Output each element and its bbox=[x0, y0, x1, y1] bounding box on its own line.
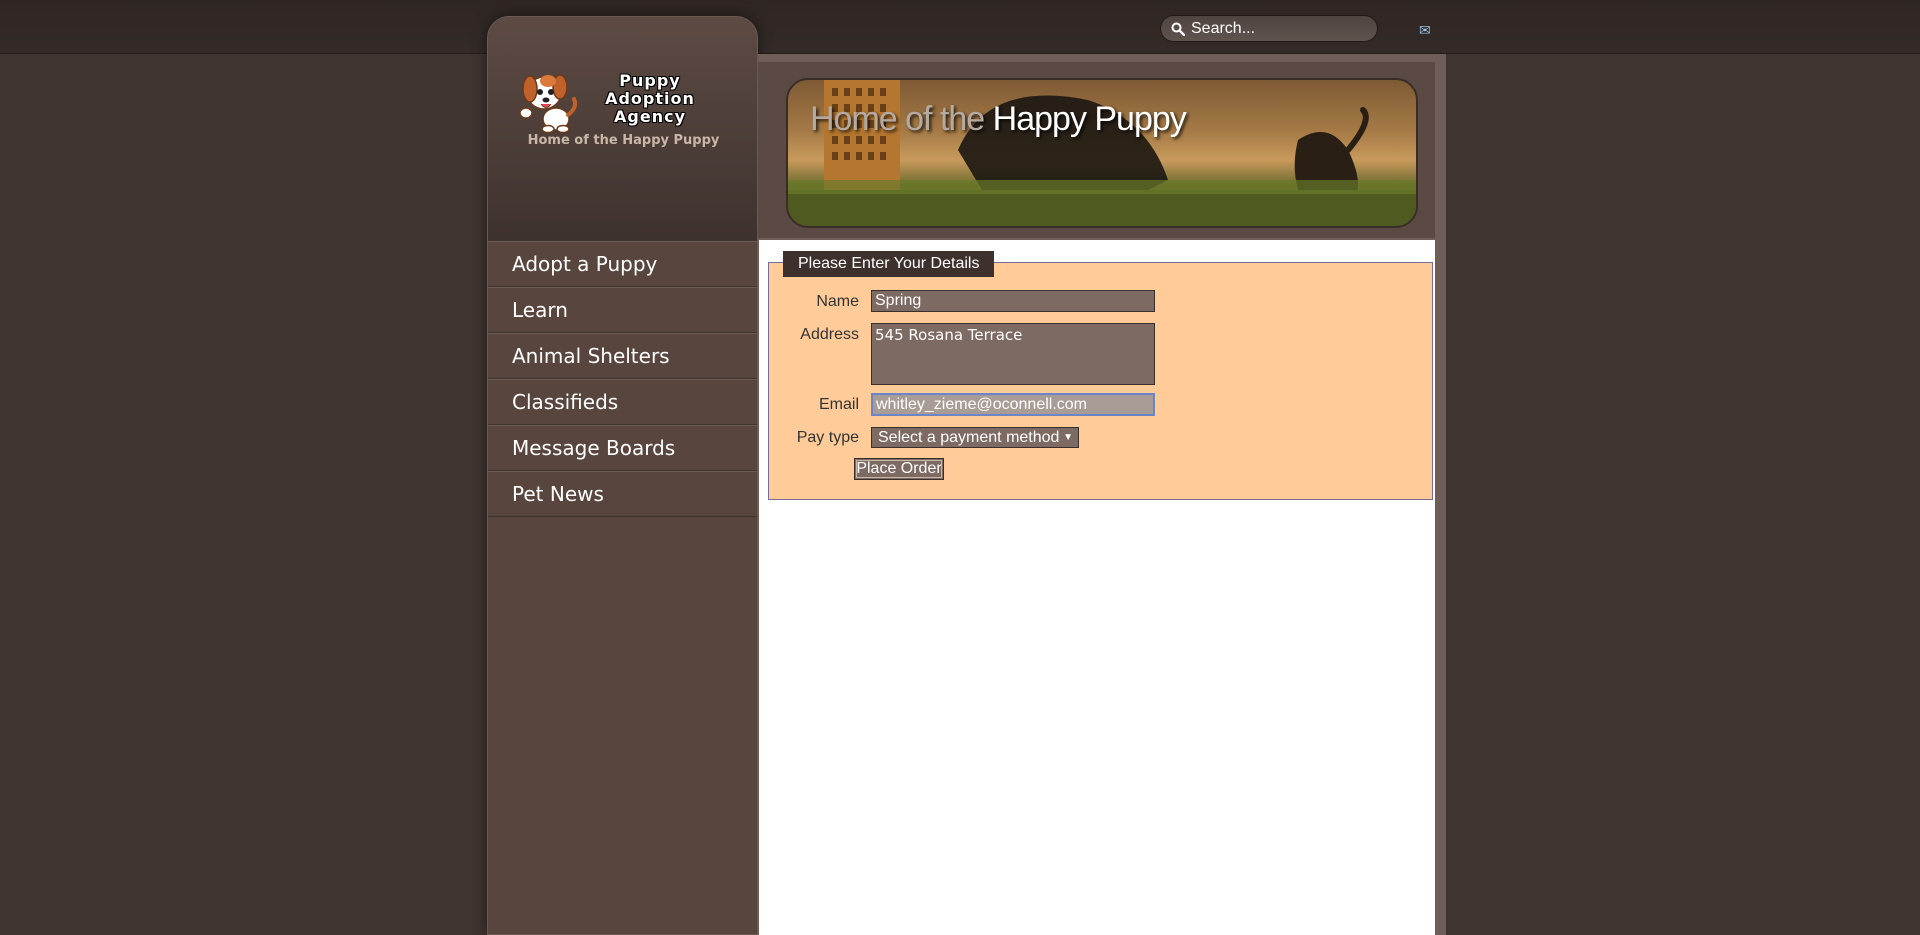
email-input[interactable] bbox=[871, 393, 1155, 416]
header-banner: Home of the Happy Puppy bbox=[786, 78, 1418, 228]
search-icon bbox=[1171, 22, 1185, 36]
brand-title: Puppy Adoption Agency bbox=[590, 72, 710, 126]
nav-item-animal-shelters[interactable]: Animal Shelters bbox=[488, 333, 757, 379]
search-input[interactable] bbox=[1191, 19, 1371, 38]
brand-title-line: Puppy bbox=[619, 71, 681, 90]
top-bar: ✉ bbox=[0, 0, 1920, 54]
paytype-label: Pay type bbox=[796, 429, 859, 446]
nav-item-label: Adopt a Puppy bbox=[512, 252, 658, 276]
place-order-button[interactable]: Place Order bbox=[854, 458, 944, 480]
details-fieldset: Please Enter Your Details Name Address 5… bbox=[768, 251, 1433, 500]
nav-item-classifieds[interactable]: Classifieds bbox=[488, 379, 757, 425]
paytype-selected-value: Select a payment method bbox=[878, 428, 1060, 446]
main-content: Please Enter Your Details Name Address 5… bbox=[759, 240, 1435, 935]
fieldset-legend: Please Enter Your Details bbox=[783, 251, 995, 277]
main-nav: Adopt a Puppy Learn Animal Shelters Clas… bbox=[488, 241, 757, 517]
chevron-down-icon: ▼ bbox=[1063, 432, 1073, 443]
nav-item-label: Classifieds bbox=[512, 390, 619, 414]
banner-heading: Home of the Happy Puppy bbox=[810, 100, 1187, 139]
name-label: Name bbox=[816, 293, 859, 310]
nav-item-adopt-a-puppy[interactable]: Adopt a Puppy bbox=[488, 241, 757, 287]
nav-item-pet-news[interactable]: Pet News bbox=[488, 471, 757, 517]
nav-item-message-boards[interactable]: Message Boards bbox=[488, 425, 757, 471]
banner-heading-bright: Happy Puppy bbox=[992, 100, 1187, 138]
search-box[interactable] bbox=[1160, 15, 1378, 42]
nav-item-label: Animal Shelters bbox=[512, 344, 670, 368]
name-input[interactable] bbox=[871, 290, 1155, 312]
address-input[interactable]: 545 Rosana Terrace bbox=[871, 323, 1155, 385]
banner-heading-light: Home of the bbox=[810, 100, 993, 138]
nav-item-learn[interactable]: Learn bbox=[488, 287, 757, 333]
mail-icon[interactable]: ✉ bbox=[1419, 22, 1431, 39]
puppy-logo-icon[interactable] bbox=[518, 67, 580, 133]
logo-area: Puppy Adoption Agency Home of the Happy … bbox=[488, 17, 757, 241]
email-label: Email bbox=[818, 396, 859, 413]
nav-item-label: Message Boards bbox=[512, 436, 676, 460]
brand-title-line: Adoption bbox=[605, 89, 695, 108]
brand-title-line: Agency bbox=[614, 107, 686, 126]
address-label: Address bbox=[800, 326, 859, 343]
nav-item-label: Learn bbox=[512, 298, 568, 322]
nav-item-label: Pet News bbox=[512, 482, 604, 506]
sidebar: Puppy Adoption Agency Home of the Happy … bbox=[487, 16, 758, 935]
brand-tagline: Home of the Happy Puppy bbox=[527, 133, 720, 148]
paytype-select[interactable]: Select a payment method ▼ bbox=[871, 427, 1079, 448]
